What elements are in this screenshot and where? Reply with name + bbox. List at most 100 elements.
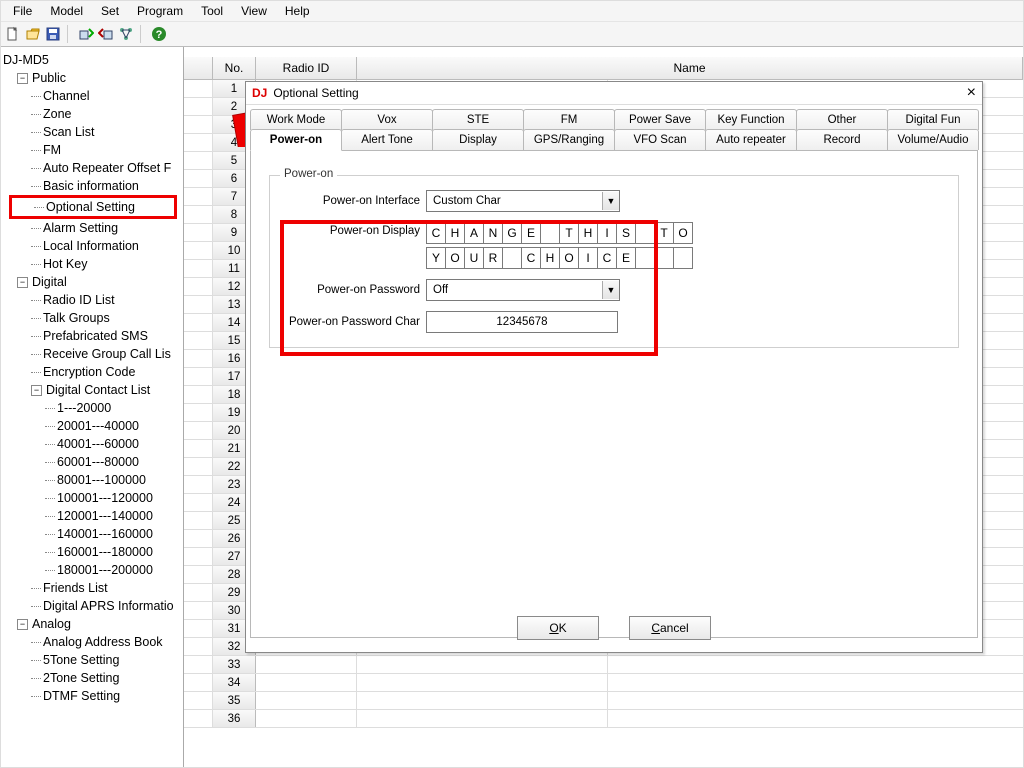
tree-5tone[interactable]: 5Tone Setting — [3, 651, 181, 669]
char-cell[interactable]: A — [464, 222, 483, 244]
table-row[interactable]: 34 — [184, 674, 1023, 692]
read-from-radio-icon[interactable] — [78, 26, 94, 42]
char-cell[interactable]: T — [559, 222, 578, 244]
tab-auto-repeater[interactable]: Auto repeater — [705, 129, 797, 150]
tree-local-information[interactable]: Local Information — [3, 237, 181, 255]
tab-alert-tone[interactable]: Alert Tone — [341, 129, 433, 150]
tab-other[interactable]: Other — [796, 109, 888, 130]
combo-interface[interactable]: Custom Char ▼ — [426, 190, 620, 212]
char-cell[interactable] — [673, 247, 693, 269]
char-cell[interactable]: S — [616, 222, 635, 244]
ok-button[interactable]: OK — [517, 616, 599, 640]
tree-basic-information[interactable]: Basic information — [3, 177, 181, 195]
tab-record[interactable]: Record — [796, 129, 888, 150]
tree-friends-list[interactable]: Friends List — [3, 579, 181, 597]
char-cell[interactable]: G — [502, 222, 521, 244]
char-cell[interactable] — [540, 222, 559, 244]
char-cell[interactable]: R — [483, 247, 502, 269]
tree-talk-groups[interactable]: Talk Groups — [3, 309, 181, 327]
tree-digital-contact-list[interactable]: −Digital Contact List — [3, 381, 181, 399]
cancel-button[interactable]: Cancel — [629, 616, 711, 640]
tree-prefab-sms[interactable]: Prefabricated SMS — [3, 327, 181, 345]
char-cell[interactable]: E — [521, 222, 540, 244]
tab-ste[interactable]: STE — [432, 109, 524, 130]
new-file-icon[interactable] — [5, 26, 21, 42]
menu-help[interactable]: Help — [277, 2, 318, 20]
tab-vfo-scan[interactable]: VFO Scan — [614, 129, 706, 150]
tree-digital[interactable]: −Digital — [3, 273, 181, 291]
chevron-down-icon[interactable]: ▼ — [602, 281, 619, 299]
col-name[interactable]: Name — [357, 57, 1023, 79]
char-cell[interactable]: H — [445, 222, 464, 244]
help-icon[interactable]: ? — [151, 26, 167, 42]
char-cell[interactable] — [635, 247, 654, 269]
chevron-down-icon[interactable]: ▼ — [602, 192, 619, 210]
cell-name[interactable] — [357, 656, 608, 673]
tree-radio-id-list[interactable]: Radio ID List — [3, 291, 181, 309]
char-cell[interactable]: Y — [426, 247, 445, 269]
cell-radio-id[interactable] — [256, 710, 357, 727]
tree-public[interactable]: −Public — [3, 69, 181, 87]
char-cell[interactable]: I — [597, 222, 616, 244]
save-icon[interactable] — [45, 26, 61, 42]
tree-channel[interactable]: Channel — [3, 87, 181, 105]
table-row[interactable]: 36 — [184, 710, 1023, 728]
tab-vox[interactable]: Vox — [341, 109, 433, 130]
char-cell[interactable]: H — [578, 222, 597, 244]
tab-power-on[interactable]: Power-on — [250, 129, 342, 151]
tree-receive-group-call[interactable]: Receive Group Call Lis — [3, 345, 181, 363]
col-no[interactable]: No. — [213, 57, 256, 79]
cell-name[interactable] — [357, 710, 608, 727]
combo-password[interactable]: Off ▼ — [426, 279, 620, 301]
tree-contact-range[interactable]: 100001---120000 — [3, 489, 181, 507]
tree-contact-range[interactable]: 1---20000 — [3, 399, 181, 417]
tree-optional-setting[interactable]: Optional Setting — [12, 198, 174, 216]
char-cell[interactable] — [654, 247, 673, 269]
tab-gps-ranging[interactable]: GPS/Ranging — [523, 129, 615, 150]
tab-digital-fun[interactable]: Digital Fun — [887, 109, 979, 130]
char-cell[interactable]: E — [616, 247, 635, 269]
menu-model[interactable]: Model — [42, 2, 91, 20]
open-file-icon[interactable] — [25, 26, 41, 42]
char-cell[interactable]: H — [540, 247, 559, 269]
network-icon[interactable] — [118, 26, 134, 42]
menu-view[interactable]: View — [233, 2, 275, 20]
tree-contact-range[interactable]: 120001---140000 — [3, 507, 181, 525]
char-cell[interactable]: N — [483, 222, 502, 244]
char-cell[interactable]: O — [673, 222, 693, 244]
tree-digital-aprs[interactable]: Digital APRS Informatio — [3, 597, 181, 615]
menu-program[interactable]: Program — [129, 2, 191, 20]
close-icon[interactable]: × — [967, 85, 976, 101]
tree-contact-range[interactable]: 20001---40000 — [3, 417, 181, 435]
char-cell[interactable]: O — [559, 247, 578, 269]
tree-dtmf[interactable]: DTMF Setting — [3, 687, 181, 705]
write-to-radio-icon[interactable] — [98, 26, 114, 42]
tab-key-function[interactable]: Key Function — [705, 109, 797, 130]
char-cell[interactable]: C — [426, 222, 445, 244]
tree-analog-address-book[interactable]: Analog Address Book — [3, 633, 181, 651]
input-password-char[interactable]: 12345678 — [426, 311, 618, 333]
tree-contact-range[interactable]: 140001---160000 — [3, 525, 181, 543]
tab-display[interactable]: Display — [432, 129, 524, 150]
tree-root[interactable]: DJ-MD5 — [3, 51, 181, 69]
tree-zone[interactable]: Zone — [3, 105, 181, 123]
char-cell[interactable] — [502, 247, 521, 269]
tab-volume-audio[interactable]: Volume/Audio — [887, 129, 979, 150]
tree-hotkey[interactable]: Hot Key — [3, 255, 181, 273]
char-cell[interactable]: C — [597, 247, 616, 269]
char-cell[interactable] — [635, 222, 654, 244]
tab-power-save[interactable]: Power Save — [614, 109, 706, 130]
cell-radio-id[interactable] — [256, 656, 357, 673]
table-row[interactable]: 35 — [184, 692, 1023, 710]
col-radio-id[interactable]: Radio ID — [256, 57, 357, 79]
tree-auto-repeater-offset[interactable]: Auto Repeater Offset F — [3, 159, 181, 177]
cell-name[interactable] — [357, 674, 608, 691]
char-cell[interactable]: C — [521, 247, 540, 269]
cell-name[interactable] — [357, 692, 608, 709]
menu-file[interactable]: File — [5, 2, 40, 20]
tree-fm[interactable]: FM — [3, 141, 181, 159]
menu-set[interactable]: Set — [93, 2, 127, 20]
tree-contact-range[interactable]: 40001---60000 — [3, 435, 181, 453]
cell-radio-id[interactable] — [256, 692, 357, 709]
tree-alarm-setting[interactable]: Alarm Setting — [3, 219, 181, 237]
